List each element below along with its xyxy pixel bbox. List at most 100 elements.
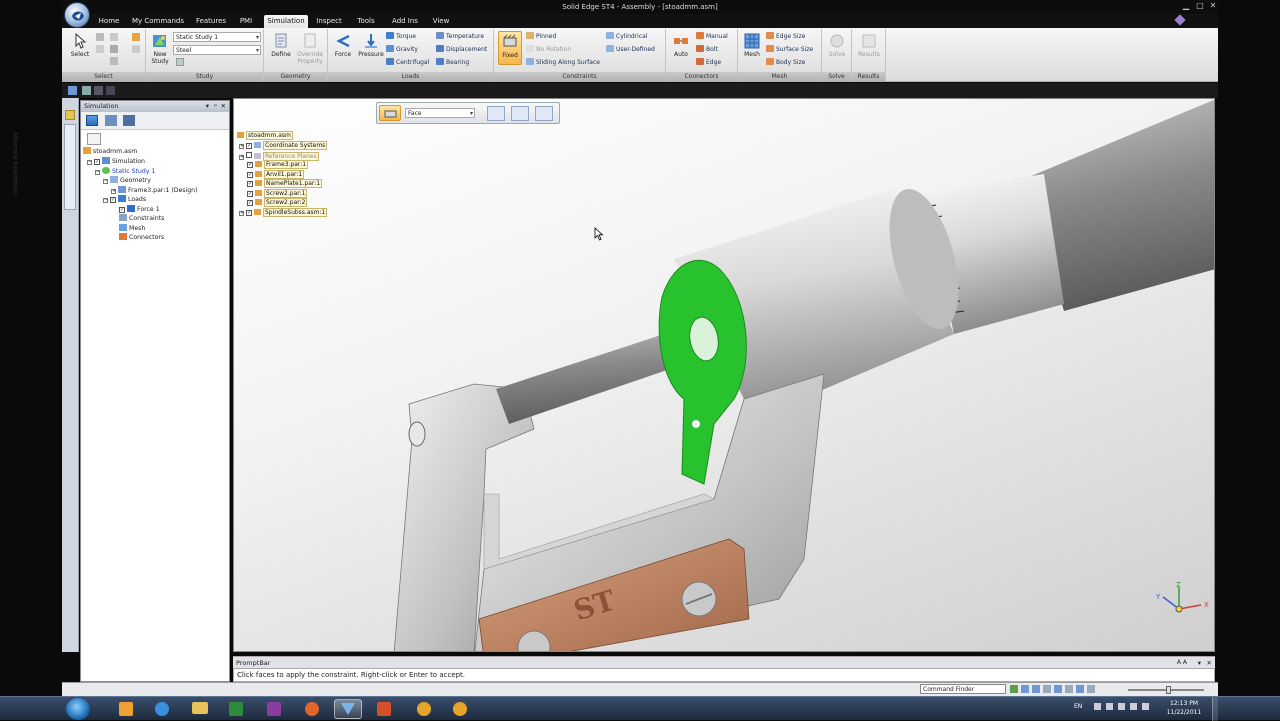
alternate-assemblies-tab[interactable] <box>64 124 76 210</box>
view-controls[interactable] <box>1010 685 1120 694</box>
bearing-button[interactable]: Bearing <box>436 58 469 67</box>
pinned-button[interactable]: Pinned <box>526 32 556 41</box>
face-step-icon[interactable] <box>487 106 505 121</box>
temperature-button[interactable]: Temperature <box>436 32 484 41</box>
constraint-type-button[interactable] <box>379 105 401 121</box>
bolt-connector-button[interactable]: Bolt <box>696 45 718 54</box>
folder-icon[interactable] <box>65 110 75 120</box>
tree-node-constraints[interactable]: Constraints <box>119 214 164 224</box>
pane-close-icon[interactable]: ✕ <box>221 101 226 112</box>
edge-size-button[interactable]: Edge Size <box>766 32 805 41</box>
tab-features[interactable]: Features <box>192 15 230 28</box>
select-tools-icons[interactable] <box>96 33 142 69</box>
application-button[interactable] <box>64 2 90 28</box>
fixed-button[interactable]: Fixed <box>498 31 522 65</box>
taskbar-outlook-icon[interactable] <box>112 699 140 719</box>
user-defined-button[interactable]: User-Defined <box>606 45 655 54</box>
manual-connector-button[interactable]: Manual <box>696 32 728 41</box>
sim-view-icon[interactable] <box>86 115 98 126</box>
system-tray-icons[interactable] <box>1094 703 1154 712</box>
pressure-button[interactable]: Pressure <box>356 33 386 58</box>
tree-node-connectors[interactable]: Connectors <box>119 233 164 243</box>
tree-filter-icon[interactable] <box>87 133 101 145</box>
tab-my-commands[interactable]: My Commands <box>130 15 186 28</box>
mesh-button[interactable]: Mesh <box>740 33 764 58</box>
new-study-button[interactable]: New Study <box>148 33 172 65</box>
direction-step-icon[interactable] <box>511 106 529 121</box>
taskbar-ie-icon[interactable] <box>148 699 176 719</box>
undo-icon[interactable] <box>82 86 91 95</box>
define-button[interactable]: Define <box>268 33 294 58</box>
force-button[interactable]: Force <box>330 33 356 58</box>
solve-button[interactable]: Solve <box>824 33 850 58</box>
body-size-button[interactable]: Body Size <box>766 58 805 67</box>
taskbar-solid-edge-icon[interactable] <box>334 699 362 719</box>
displacement-button[interactable]: Displacement <box>436 45 487 54</box>
tree-node-assembly[interactable]: stoadmm.asm <box>83 147 137 157</box>
tab-tools[interactable]: Tools <box>352 15 380 28</box>
start-button[interactable] <box>66 698 90 720</box>
sim-copy-icon[interactable] <box>123 115 135 126</box>
auto-connector-button[interactable]: Auto <box>668 33 694 58</box>
taskbar-clock[interactable]: 12:13 PM 11/22/2011 <box>1162 699 1206 717</box>
redo-icon[interactable] <box>94 86 103 95</box>
close-icon[interactable]: ✕ <box>1207 1 1219 11</box>
language-indicator[interactable]: EN <box>1074 703 1082 710</box>
customize-icon[interactable] <box>106 86 115 95</box>
taskbar-explorer-icon[interactable] <box>186 699 214 719</box>
tree-node-force1[interactable]: ✓ Force 1 <box>119 204 160 215</box>
no-rotation-button[interactable]: No Rotation <box>526 45 571 54</box>
part-item-coordinate-systems[interactable]: + ✓ Coordinate Systems <box>239 141 328 150</box>
save-icon[interactable] <box>68 86 77 95</box>
tree-node-static-study[interactable]: − Static Study 1 <box>95 166 155 177</box>
sliding-along-surface-button[interactable]: Sliding Along Surface <box>526 58 600 67</box>
cylindrical-button[interactable]: Cylindrical <box>606 32 647 41</box>
part-item-screw2-1[interactable]: ✓ Screw2.par:1 <box>247 188 308 198</box>
tree-node-simulation[interactable]: − ✓ Simulation <box>87 157 145 167</box>
tab-simulation[interactable]: Simulation <box>264 15 308 28</box>
accept-step-icon[interactable] <box>535 106 553 121</box>
tree-node-geometry[interactable]: − Geometry <box>103 176 151 186</box>
part-tree-root[interactable]: stoadmm.asm <box>237 131 293 140</box>
taskbar-app1-icon[interactable] <box>410 699 438 719</box>
zoom-slider-thumb[interactable] <box>1166 686 1171 694</box>
pin-icon[interactable]: ▾ <box>206 101 209 112</box>
taskbar-firefox-icon[interactable] <box>298 699 326 719</box>
tab-add-ins[interactable]: Add Ins <box>388 15 422 28</box>
face-select[interactable]: Face <box>405 108 475 118</box>
tree-node-frame3[interactable]: + Frame3.par:1 (Design) <box>111 185 198 196</box>
study-select[interactable]: Static Study 1 <box>173 32 261 42</box>
taskbar-onenote-icon[interactable] <box>260 699 288 719</box>
centrifugal-button[interactable]: Centrifugal <box>386 58 429 67</box>
autohide-icon[interactable]: ᵖ <box>214 101 217 112</box>
tab-view[interactable]: View <box>428 15 454 28</box>
show-desktop-button[interactable] <box>1212 697 1218 721</box>
sim-layers-icon[interactable] <box>105 115 117 126</box>
tree-node-loads[interactable]: − ✓ Loads <box>103 195 146 205</box>
gravity-button[interactable]: Gravity <box>386 45 418 54</box>
taskbar-app2-icon[interactable] <box>446 699 474 719</box>
graphics-viewport[interactable]: ST Z X Y <box>233 98 1215 652</box>
part-item-anvil1[interactable]: ✓ Anvil1.par:1 <box>247 169 305 179</box>
select-button[interactable]: Select <box>68 33 92 58</box>
part-item-frame3[interactable]: ✓ Frame3.par:1 <box>247 160 309 169</box>
part-item-spindle[interactable]: + ✓ SpindleSubss.asm:1 <box>239 207 328 217</box>
tree-node-mesh[interactable]: Mesh <box>119 223 145 234</box>
part-item-screw2-2[interactable]: ✓ Screw2.par:2 <box>247 198 308 207</box>
results-button[interactable]: Results <box>854 33 884 58</box>
minimize-icon[interactable]: ▁ <box>1180 1 1192 11</box>
tab-inspect[interactable]: Inspect <box>314 15 344 28</box>
material-select[interactable]: Steel <box>173 45 261 55</box>
study-properties-icon[interactable] <box>176 58 184 66</box>
override-property-button[interactable]: Override Property <box>294 33 326 65</box>
taskbar-powerpoint-icon[interactable] <box>370 699 398 719</box>
command-finder-input[interactable]: Command Finder <box>920 684 1006 694</box>
maximize-icon[interactable]: □ <box>1194 1 1206 11</box>
edge-connector-button[interactable]: Edge <box>696 58 721 67</box>
torque-button[interactable]: Torque <box>386 32 416 41</box>
tab-home[interactable]: Home <box>94 15 124 28</box>
surface-size-button[interactable]: Surface Size <box>766 45 813 54</box>
tab-pmi[interactable]: PMI <box>234 15 258 28</box>
micrometer-model[interactable] <box>234 99 1215 652</box>
taskbar-excel-icon[interactable] <box>222 699 250 719</box>
